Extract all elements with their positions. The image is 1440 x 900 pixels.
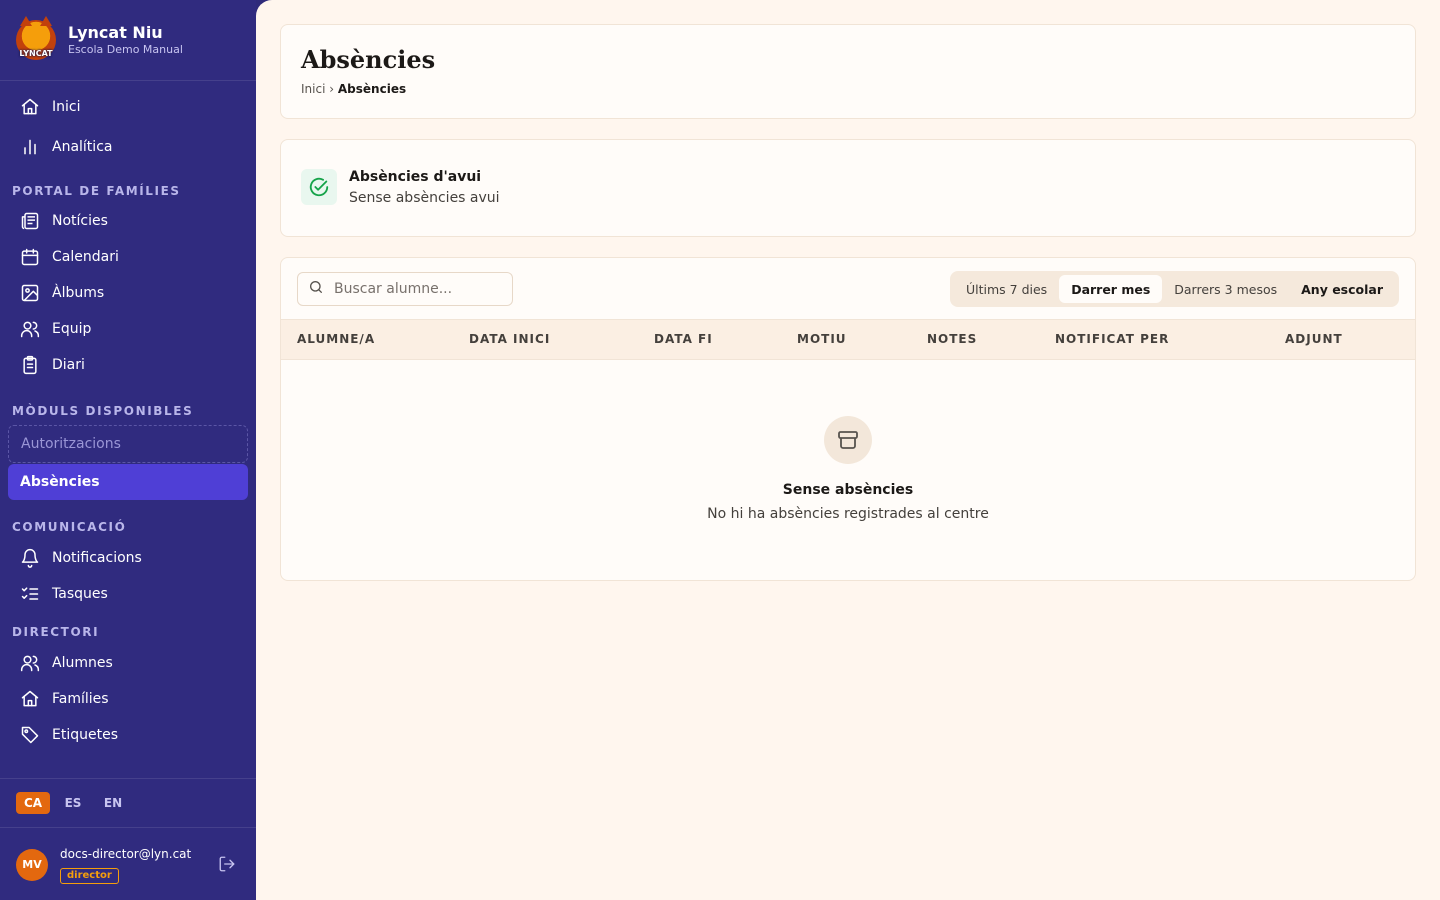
home-icon: [20, 689, 40, 709]
app-name: Lyncat Niu: [68, 22, 163, 42]
today-title: Absències d'avui: [349, 169, 482, 185]
logo-text: LYNCAT: [19, 49, 53, 58]
sidebar-item-noticies[interactable]: Notícies: [8, 203, 248, 239]
bar-chart-icon: [20, 137, 40, 157]
sidebar-item-label: Notícies: [52, 213, 108, 229]
sidebar-item-label: Notificacions: [52, 550, 142, 566]
date-range-selector: Últims 7 dies Darrer mes Darrers 3 mesos…: [949, 271, 1399, 307]
column-header-attachment[interactable]: ADJUNT: [1285, 320, 1343, 359]
sidebar-item-absencies[interactable]: Absències: [8, 464, 248, 500]
page-header: Absències Inici › Absències: [280, 24, 1416, 119]
range-school-year-button[interactable]: Any escolar: [1289, 275, 1395, 303]
lang-es-button[interactable]: ES: [56, 792, 90, 814]
sidebar-item-label: Inici: [52, 99, 81, 115]
sidebar-item-calendari[interactable]: Calendari: [8, 239, 248, 275]
sidebar-item-inici[interactable]: Inici: [8, 89, 248, 125]
sidebar-item-label: Diari: [52, 357, 85, 373]
breadcrumb: Inici › Absències: [301, 82, 406, 96]
clipboard-icon: [20, 355, 40, 375]
role-badge: director: [60, 867, 119, 884]
sidebar-item-autoritzacions[interactable]: Autoritzacions: [8, 425, 248, 463]
avatar[interactable]: MV: [16, 848, 48, 881]
sidebar-item-label: Alumnes: [52, 655, 113, 671]
column-header-end-date[interactable]: DATA FI: [654, 320, 713, 359]
sidebar-item-notificacions[interactable]: Notificacions: [8, 540, 248, 576]
range-last-3-months-button[interactable]: Darrers 3 mesos: [1162, 275, 1289, 303]
sidebar-item-equip[interactable]: Equip: [8, 311, 248, 347]
school-name: Escola Demo Manual: [68, 42, 183, 56]
check-circle-icon: [301, 169, 337, 205]
search-input[interactable]: [334, 281, 504, 297]
range-last-7-days-button[interactable]: Últims 7 dies: [954, 275, 1059, 303]
column-header-reason[interactable]: MOTIU: [797, 320, 847, 359]
breadcrumb-root-link[interactable]: Inici: [301, 82, 325, 96]
calendar-icon: [20, 247, 40, 267]
users-icon: [20, 319, 40, 339]
tag-icon: [20, 725, 40, 745]
sidebar-item-label: Tasques: [52, 586, 108, 602]
sidebar-item-analitica[interactable]: Analítica: [8, 129, 248, 165]
lang-en-button[interactable]: EN: [96, 792, 130, 814]
sidebar-item-label: Autoritzacions: [21, 436, 121, 452]
users-icon: [20, 653, 40, 673]
column-header-start-date[interactable]: DATA INICI: [469, 320, 550, 359]
sidebar-item-label: Àlbums: [52, 285, 105, 301]
search-box[interactable]: [297, 272, 513, 306]
breadcrumb-separator: ›: [329, 82, 335, 96]
logout-icon[interactable]: [218, 855, 236, 873]
section-title-moduls: MÒDULS DISPONIBLES: [12, 404, 194, 418]
image-icon: [20, 283, 40, 303]
section-title-directori: DIRECTORI: [12, 625, 100, 639]
main-content: Absències Inici › Absències Absències d'…: [256, 0, 1440, 900]
brand[interactable]: LYNCAT Lyncat Niu Escola Demo Manual: [0, 0, 256, 81]
section-title-comunicacio: COMUNICACIÓ: [12, 520, 127, 534]
bell-icon: [20, 548, 40, 568]
search-icon: [308, 279, 324, 299]
page-title: Absències: [301, 45, 436, 74]
lang-ca-button[interactable]: CA: [16, 792, 50, 814]
sidebar-item-label: Etiquetes: [52, 727, 118, 743]
empty-state-subtitle: No hi ha absències registrades al centre: [707, 506, 989, 522]
empty-state-title: Sense absències: [782, 482, 914, 498]
home-icon: [20, 97, 40, 117]
user-panel: MV docs-director@lyn.cat director: [0, 829, 256, 900]
newspaper-icon: [20, 211, 40, 231]
sidebar-item-alumnes[interactable]: Alumnes: [8, 645, 248, 681]
today-absences-card: Absències d'avui Sense absències avui: [280, 139, 1416, 237]
column-header-student[interactable]: ALUMNE/A: [297, 320, 375, 359]
today-subtitle: Sense absències avui: [349, 190, 500, 206]
sidebar: LYNCAT Lyncat Niu Escola Demo Manual Ini…: [0, 0, 256, 900]
section-title-portal: PORTAL DE FAMÍLIES: [12, 184, 181, 198]
sidebar-item-tasques[interactable]: Tasques: [8, 576, 248, 612]
column-header-notes[interactable]: NOTES: [927, 320, 977, 359]
table-header: ALUMNE/A DATA INICI DATA FI MOTIU NOTES …: [281, 319, 1415, 360]
range-last-month-button[interactable]: Darrer mes: [1059, 275, 1163, 303]
sidebar-item-label: Absències: [20, 474, 100, 490]
language-switcher: CA ES EN: [0, 778, 256, 828]
sidebar-item-label: Analítica: [52, 139, 113, 155]
sidebar-item-albums[interactable]: Àlbums: [8, 275, 248, 311]
list-checks-icon: [20, 584, 40, 604]
sidebar-item-diari[interactable]: Diari: [8, 347, 248, 383]
column-header-notified-by[interactable]: NOTIFICAT PER: [1055, 320, 1169, 359]
sidebar-item-families[interactable]: Famílies: [8, 681, 248, 717]
sidebar-item-label: Equip: [52, 321, 92, 337]
lyncat-logo-icon: LYNCAT: [16, 16, 56, 60]
absences-table-card: Últims 7 dies Darrer mes Darrers 3 mesos…: [280, 257, 1416, 581]
archive-icon: [824, 416, 872, 464]
sidebar-item-label: Famílies: [52, 691, 109, 707]
sidebar-item-etiquetes[interactable]: Etiquetes: [8, 717, 248, 753]
sidebar-item-label: Calendari: [52, 249, 119, 265]
breadcrumb-current: Absències: [337, 82, 407, 96]
user-email: docs-director@lyn.cat: [60, 846, 192, 861]
